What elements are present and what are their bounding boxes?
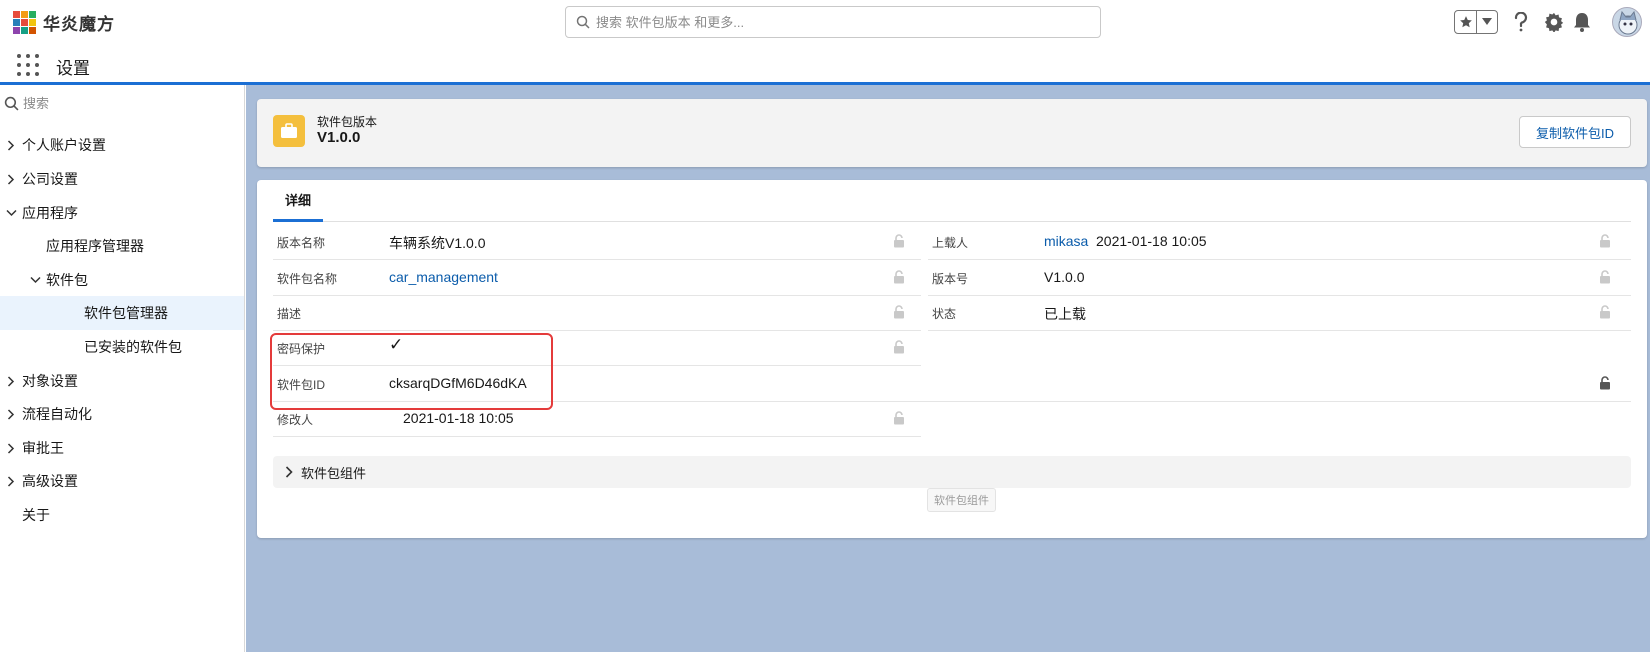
- global-search-input[interactable]: [596, 14, 1076, 30]
- section-title: 软件包组件: [301, 465, 367, 481]
- chevron-right-icon[interactable]: [4, 172, 18, 186]
- lock-icon: [1599, 376, 1613, 392]
- sidebar-search-input[interactable]: [23, 96, 223, 111]
- lock-icon: [1599, 270, 1613, 286]
- copy-package-id-button[interactable]: 复制软件包ID: [1519, 116, 1631, 148]
- global-header: 华炎魔方: [0, 0, 1650, 44]
- user-avatar[interactable]: [1612, 7, 1642, 37]
- favorites-button[interactable]: [1454, 10, 1498, 34]
- field-label: 版本号: [932, 272, 969, 286]
- page-title: 设置: [56, 59, 90, 78]
- sidebar-item[interactable]: 应用程序: [0, 196, 244, 230]
- record-title: V1.0.0: [317, 129, 361, 146]
- lock-icon: [893, 270, 907, 286]
- logo-grid-icon: [13, 10, 37, 35]
- sidebar-item[interactable]: 应用程序管理器: [0, 229, 244, 263]
- field-value: 2021-01-18 10:05: [1096, 233, 1207, 249]
- field-value: V1.0.0: [1044, 269, 1085, 285]
- sidebar-item-label: 对象设置: [22, 373, 78, 389]
- tab-bar: 详细: [273, 180, 1631, 222]
- field-row: 描述: [273, 294, 921, 331]
- app-logo[interactable]: 华炎魔方: [13, 10, 115, 35]
- sidebar-item-label: 已安装的软件包: [84, 339, 182, 355]
- sidebar-item[interactable]: 公司设置: [0, 162, 244, 196]
- global-search[interactable]: [565, 6, 1101, 38]
- record-object-label: 软件包版本: [317, 115, 378, 129]
- sidebar-item-label: 应用程序管理器: [46, 238, 144, 254]
- package-icon: [273, 115, 305, 147]
- sidebar-item-label: 公司设置: [22, 171, 78, 187]
- sidebar-item-label: 高级设置: [22, 473, 78, 489]
- search-icon: [4, 96, 19, 111]
- field-row: 版本号 V1.0.0: [928, 259, 1631, 296]
- tooltip: 软件包组件: [927, 488, 996, 512]
- sidebar-item[interactable]: 个人账户设置: [0, 128, 244, 162]
- chevron-right-icon: [285, 466, 293, 478]
- chevron-down-icon[interactable]: [1476, 11, 1497, 33]
- sidebar-item-label: 软件包管理器: [84, 305, 168, 321]
- sidebar-item-label: 软件包: [46, 272, 88, 288]
- field-value[interactable]: car_management: [389, 269, 498, 285]
- app-launcher-icon[interactable]: [17, 54, 39, 76]
- help-icon[interactable]: [1510, 11, 1532, 33]
- chevron-right-icon[interactable]: [4, 441, 18, 455]
- chevron-right-icon[interactable]: [4, 407, 18, 421]
- field-label: 上载人: [932, 236, 969, 250]
- lock-icon: [1599, 234, 1613, 250]
- field-value: 车辆系统V1.0.0: [389, 235, 486, 251]
- sidebar-item[interactable]: 对象设置: [0, 364, 244, 398]
- star-icon[interactable]: [1455, 11, 1476, 33]
- field-row: 版本名称 车辆系统V1.0.0: [273, 223, 921, 260]
- search-icon: [576, 15, 590, 29]
- gear-icon[interactable]: [1543, 11, 1565, 33]
- sidebar-item[interactable]: 流程自动化: [0, 397, 244, 431]
- sidebar-item[interactable]: 已安装的软件包: [0, 330, 244, 364]
- sidebar-item[interactable]: 关于: [0, 498, 244, 532]
- setup-sidebar: 个人账户设置公司设置应用程序应用程序管理器软件包软件包管理器已安装的软件包对象设…: [0, 85, 245, 652]
- sidebar-item[interactable]: 高级设置: [0, 464, 244, 498]
- sidebar-item-label: 个人账户设置: [22, 137, 106, 153]
- sidebar-item-label: 应用程序: [22, 205, 78, 221]
- field-value: 2021-01-18 10:05: [403, 410, 514, 426]
- chevron-down-icon[interactable]: [4, 206, 18, 220]
- sidebar-item[interactable]: 审批王: [0, 431, 244, 465]
- package-components-section[interactable]: 软件包组件: [273, 456, 1631, 488]
- field-value: 已上载: [1044, 306, 1086, 322]
- tab-details[interactable]: 详细: [273, 180, 323, 222]
- uploader-link[interactable]: mikasa: [1044, 233, 1088, 249]
- field-label: 描述: [277, 307, 302, 321]
- sidebar-item[interactable]: 软件包管理器: [0, 296, 244, 330]
- field-label: 状态: [932, 307, 957, 321]
- sidebar-item-label: 审批王: [22, 440, 64, 456]
- highlight-box: [270, 333, 553, 410]
- lock-icon: [893, 234, 907, 250]
- lock-icon: [893, 305, 907, 321]
- field-row: 上载人 mikasa 2021-01-18 10:05: [928, 223, 1631, 260]
- field-label: 软件包名称: [277, 272, 338, 286]
- logo-text: 华炎魔方: [43, 15, 115, 34]
- lock-icon: [893, 340, 907, 356]
- sidebar-item[interactable]: 软件包: [0, 263, 244, 297]
- field-label: 版本名称: [277, 236, 326, 250]
- sidebar-item-label: 流程自动化: [22, 406, 92, 422]
- app-subheader: 设置: [0, 44, 1650, 85]
- lock-icon: [1599, 305, 1613, 321]
- lock-icon: [893, 411, 907, 427]
- chevron-right-icon[interactable]: [4, 374, 18, 388]
- chevron-right-icon[interactable]: [4, 474, 18, 488]
- field-row: 状态 已上载: [928, 294, 1631, 331]
- chevron-right-icon[interactable]: [4, 138, 18, 152]
- field-label: 修改人: [277, 413, 314, 427]
- chevron-down-icon[interactable]: [28, 273, 42, 287]
- notification-bell-icon[interactable]: [1571, 11, 1593, 33]
- sidebar-search[interactable]: [4, 96, 223, 111]
- field-row: 软件包名称 car_management: [273, 259, 921, 296]
- record-header: 软件包版本 V1.0.0 复制软件包ID: [257, 99, 1647, 167]
- sidebar-item-label: 关于: [22, 507, 50, 523]
